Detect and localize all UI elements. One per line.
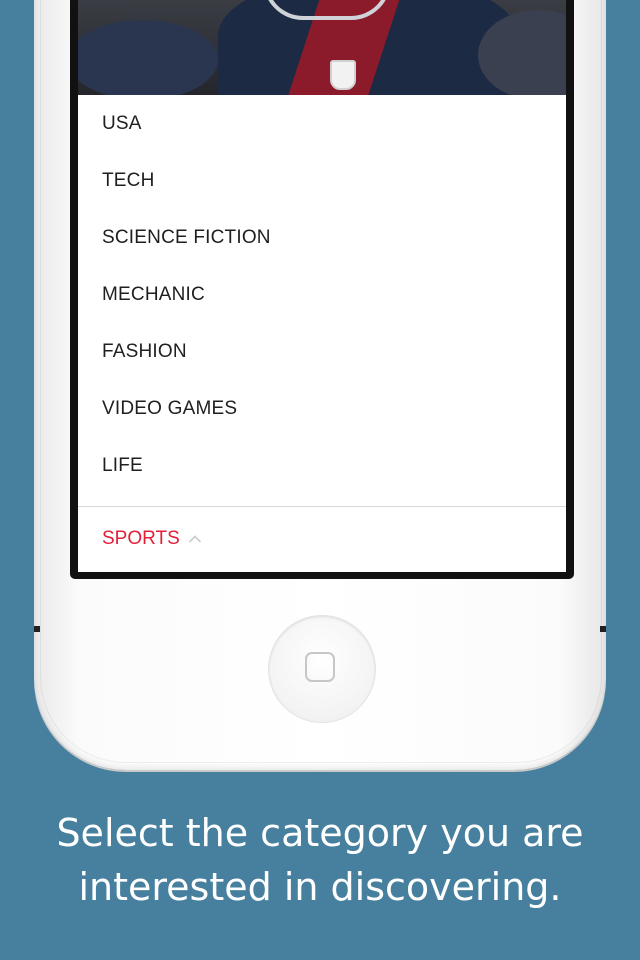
category-list: USA TECH SCIENCE FICTION MECHANIC FASHIO… [78,95,566,494]
category-item-tech[interactable]: TECH [78,152,566,209]
promo-caption: Select the category you are interested i… [0,806,640,914]
menu-divider [78,506,566,507]
category-item-life[interactable]: LIFE [78,437,566,494]
phone-side-button-right [600,626,606,632]
nfl-logo [330,60,356,90]
category-item-usa[interactable]: USA [78,95,566,152]
app-screen: USA TECH SCIENCE FICTION MECHANIC FASHIO… [78,0,566,572]
category-item-mechanic[interactable]: MECHANIC [78,266,566,323]
phone-side-button-left [34,626,40,632]
category-item-video-games[interactable]: VIDEO GAMES [78,380,566,437]
selected-category-toggle[interactable]: SPORTS [102,517,202,561]
category-item-science-fiction[interactable]: SCIENCE FICTION [78,209,566,266]
home-square-icon [305,652,335,682]
caption-line-2: interested in discovering. [78,865,562,909]
caption-line-1: Select the category you are [56,811,584,855]
hero-image [78,0,566,95]
chevron-up-icon [188,535,201,543]
selected-category-label: SPORTS [102,528,180,549]
category-item-fashion[interactable]: FASHION [78,323,566,380]
hero-shape [78,20,218,95]
home-button[interactable] [269,616,375,722]
